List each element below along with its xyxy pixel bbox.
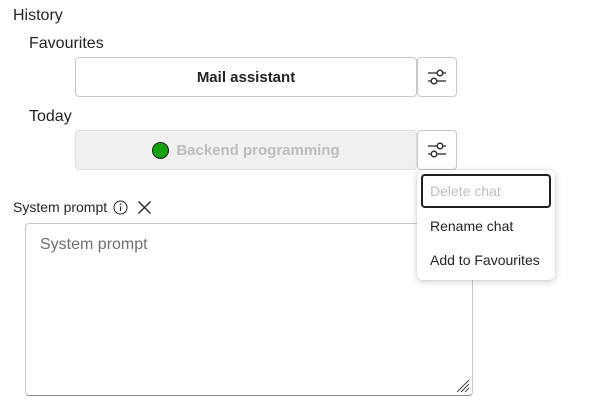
chat-button-mail-assistant[interactable]: Mail assistant — [75, 57, 417, 97]
sliders-icon — [426, 139, 448, 161]
chat-button-backend-programming[interactable]: Backend programming — [75, 130, 417, 170]
chat-context-menu: Delete chat Rename chat Add to Favourite… — [417, 170, 555, 280]
today-heading: Today — [29, 108, 72, 125]
chat-settings-button[interactable] — [417, 130, 457, 170]
favourites-heading: Favourites — [29, 35, 104, 52]
info-icon[interactable] — [113, 200, 128, 215]
system-prompt-label-row: System prompt — [13, 197, 152, 217]
chat-history-panel: History Favourites Mail assistant Today … — [0, 0, 606, 411]
history-heading: History — [13, 7, 63, 24]
close-icon[interactable] — [137, 200, 152, 215]
sliders-icon — [426, 66, 448, 88]
menu-item-rename-chat[interactable]: Rename chat — [421, 209, 551, 243]
chat-label: Mail assistant — [196, 68, 296, 86]
system-prompt-label: System prompt — [13, 199, 108, 215]
system-prompt-input[interactable]: System prompt — [25, 223, 473, 396]
menu-item-add-to-favourites[interactable]: Add to Favourites — [421, 243, 551, 277]
status-dot-icon — [152, 141, 170, 159]
chat-settings-button[interactable] — [417, 57, 457, 97]
chat-label: Backend programming — [176, 141, 340, 159]
system-prompt-placeholder: System prompt — [40, 236, 148, 253]
menu-item-delete-chat[interactable]: Delete chat — [421, 174, 551, 208]
resize-grip-icon[interactable] — [454, 377, 470, 393]
